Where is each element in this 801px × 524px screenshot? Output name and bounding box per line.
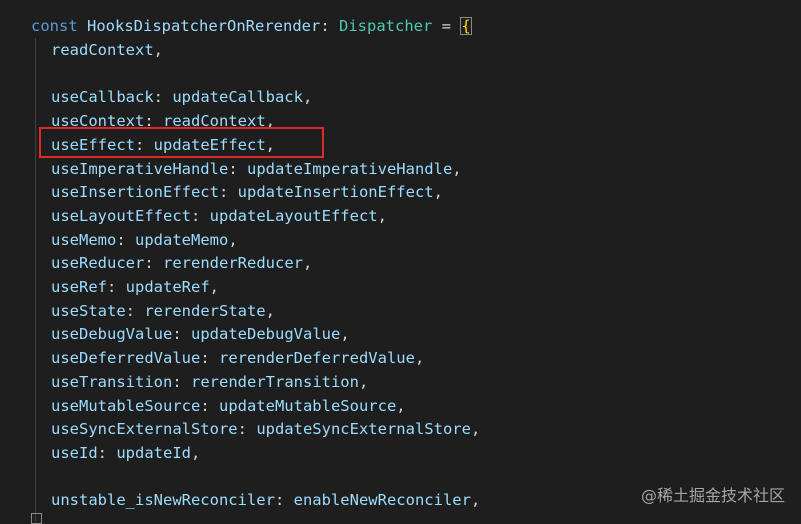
entry-value: updateImperativeHandle <box>246 159 453 178</box>
entry-colon: : <box>274 491 294 510</box>
entry-key: useId <box>51 443 98 462</box>
indent-guide <box>35 38 36 522</box>
entry-comma: , <box>470 420 481 439</box>
entry-value: updateMutableSource <box>218 396 397 415</box>
entry-key: useCallback <box>51 88 154 107</box>
colon: : <box>320 17 330 35</box>
close-brace-partial <box>31 513 42 524</box>
entry-useSyncExternalStore: useSyncExternalStore: updateSyncExternal… <box>51 417 480 441</box>
entry-comma: , <box>433 183 443 202</box>
code-editor[interactable]: const HooksDispatcherOnRerender: Dispatc… <box>0 0 801 524</box>
entry-value: rerenderReducer <box>163 254 303 273</box>
entry-colon: : <box>97 443 117 462</box>
entry-colon: : <box>172 325 191 344</box>
entry-useInsertionEffect: useInsertionEffect: updateInsertionEffec… <box>51 180 443 204</box>
entry-useImperativeHandle: useImperativeHandle: updateImperativeHan… <box>51 157 462 181</box>
entry-key: useSyncExternalStore <box>51 420 238 439</box>
object-name: HooksDispatcherOnRerender <box>87 17 321 35</box>
entry-key: useMutableSource <box>51 396 201 415</box>
entry-colon: : <box>125 301 145 320</box>
entry-unstable_isNewReconciler: unstable_isNewReconciler: enableNewRecon… <box>51 488 480 512</box>
entry-value: updateId <box>116 443 191 462</box>
entry-comma: , <box>470 491 481 510</box>
entry-value: rerenderDeferredValue <box>218 349 415 368</box>
highlight-box-useeffect <box>39 127 324 158</box>
entry-readContext: readContext, <box>51 38 163 62</box>
entry-comma: , <box>228 230 238 249</box>
type-annotation: Dispatcher <box>339 17 433 35</box>
entry-value: updateSyncExternalStore <box>256 420 471 439</box>
entry-key: useReducer <box>51 254 145 273</box>
entry-colon: : <box>116 230 135 249</box>
entry-key: useState <box>51 301 126 320</box>
entry-value: updateMemo <box>135 230 229 249</box>
entry-key: useDeferredValue <box>51 349 201 368</box>
entry-comma: , <box>396 396 406 415</box>
entry-comma: , <box>340 325 350 344</box>
entry-useMemo: useMemo: updateMemo, <box>51 228 238 252</box>
open-brace: { <box>460 17 472 35</box>
entry-value: updateDebugValue <box>191 325 341 344</box>
entry-useReducer: useReducer: rerenderReducer, <box>51 251 312 275</box>
entry-useLayoutEffect: useLayoutEffect: updateLayoutEffect, <box>51 204 387 228</box>
entry-useDebugValue: useDebugValue: updateDebugValue, <box>51 322 350 346</box>
entry-key: useMemo <box>51 230 117 249</box>
entry-colon: : <box>144 254 163 273</box>
entry-comma: , <box>302 254 313 273</box>
entry-value: enableNewReconciler <box>293 491 471 510</box>
entry-key: useLayoutEffect <box>51 206 191 225</box>
entry-useState: useState: rerenderState, <box>51 299 275 323</box>
entry-colon: : <box>228 159 247 178</box>
watermark: @稀土掘金技术社区 <box>640 486 785 505</box>
equals-sign: = <box>441 17 452 35</box>
entry-comma: , <box>452 159 462 178</box>
entry-key: readContext <box>51 41 154 59</box>
entry-key: unstable_isNewReconciler <box>51 491 275 510</box>
entry-comma: , <box>191 443 201 462</box>
entry-colon: : <box>237 420 257 439</box>
entry-key: useImperativeHandle <box>51 159 229 178</box>
entry-useRef: useRef: updateRef, <box>51 275 219 299</box>
entry-key: useDebugValue <box>51 325 173 344</box>
entry-colon: : <box>190 206 210 225</box>
entry-key: useRef <box>51 278 107 296</box>
entry-value: updateInsertionEffect <box>237 183 434 202</box>
entry-colon: : <box>200 349 219 368</box>
entry-comma: , <box>302 88 313 107</box>
entry-key: useTransition <box>51 372 173 391</box>
entry-useDeferredValue: useDeferredValue: rerenderDeferredValue, <box>51 346 424 370</box>
entry-colon: : <box>153 88 173 107</box>
entry-colon: : <box>218 183 238 202</box>
entry-comma: , <box>153 41 163 59</box>
entry-useTransition: useTransition: rerenderTransition, <box>51 370 368 394</box>
entry-value: rerenderState <box>144 301 266 320</box>
entry-value: rerenderTransition <box>191 372 359 391</box>
entry-comma: , <box>209 278 220 296</box>
declaration-line: const HooksDispatcherOnRerender: Dispatc… <box>31 14 472 38</box>
entry-colon: : <box>172 372 191 391</box>
entry-colon: : <box>107 278 126 296</box>
entry-value: updateLayoutEffect <box>209 206 378 225</box>
entry-value: updateCallback <box>172 88 303 107</box>
entry-useId: useId: updateId, <box>51 441 200 465</box>
entry-comma: , <box>377 206 387 225</box>
entry-value: updateRef <box>125 278 210 296</box>
entry-colon: : <box>200 396 219 415</box>
entry-comma: , <box>358 372 369 391</box>
const-keyword: const <box>31 17 78 35</box>
entry-comma: , <box>265 301 275 320</box>
entry-useCallback: useCallback: updateCallback, <box>51 85 312 109</box>
entry-useMutableSource: useMutableSource: updateMutableSource, <box>51 394 406 418</box>
entry-key: useInsertionEffect <box>51 183 219 202</box>
entry-comma: , <box>414 349 425 368</box>
